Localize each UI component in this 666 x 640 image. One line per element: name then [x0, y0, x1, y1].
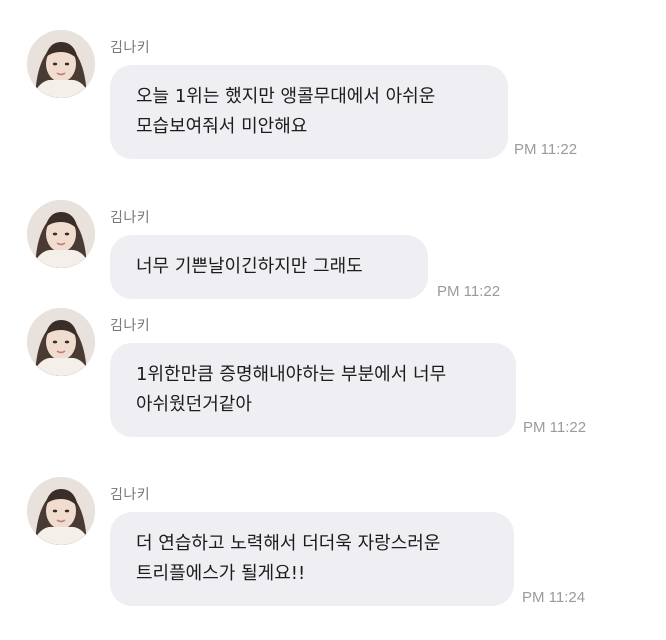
sender-name: 김나키	[110, 487, 151, 503]
message-timestamp: PM 11:22	[437, 283, 501, 300]
message-bubble[interactable]: 너무 기쁜날이긴하지만 그래도	[110, 235, 428, 299]
message-timestamp: PM 11:22	[514, 141, 578, 158]
profile-photo-icon	[27, 477, 95, 545]
sender-name: 김나키	[110, 40, 151, 56]
message-bubble[interactable]: 더 연습하고 노력해서 더더욱 자랑스러운 트리플에스가 될게요!!	[110, 512, 514, 606]
message-text-line: 더 연습하고 노력해서 더더욱 자랑스러운	[136, 533, 441, 554]
message-text-line: 오늘 1위는 했지만 앵콜무대에서 아쉬운	[136, 86, 436, 107]
message-text-line: 모습보여줘서 미안해요	[136, 116, 308, 137]
message-timestamp: PM 11:22	[523, 419, 587, 436]
profile-photo-icon	[27, 200, 95, 268]
profile-photo-icon	[27, 308, 95, 376]
profile-photo-icon	[27, 30, 95, 98]
message-text-line: 트리플에스가 될게요!!	[136, 563, 306, 584]
sender-name: 김나키	[110, 318, 151, 334]
sender-avatar[interactable]	[27, 477, 95, 545]
sender-name: 김나키	[110, 210, 151, 226]
message-bubble[interactable]: 오늘 1위는 했지만 앵콜무대에서 아쉬운 모습보여줘서 미안해요	[110, 65, 508, 159]
message-text-line: 너무 기쁜날이긴하지만 그래도	[136, 256, 363, 277]
message-text-line: 아쉬웠던거같아	[136, 394, 252, 415]
sender-avatar[interactable]	[27, 200, 95, 268]
message-bubble[interactable]: 1위한만큼 증명해내야하는 부분에서 너무 아쉬웠던거같아	[110, 343, 516, 437]
message-text-line: 1위한만큼 증명해내야하는 부분에서 너무	[136, 364, 447, 385]
sender-avatar[interactable]	[27, 30, 95, 98]
message-timestamp: PM 11:24	[522, 589, 586, 606]
sender-avatar[interactable]	[27, 308, 95, 376]
